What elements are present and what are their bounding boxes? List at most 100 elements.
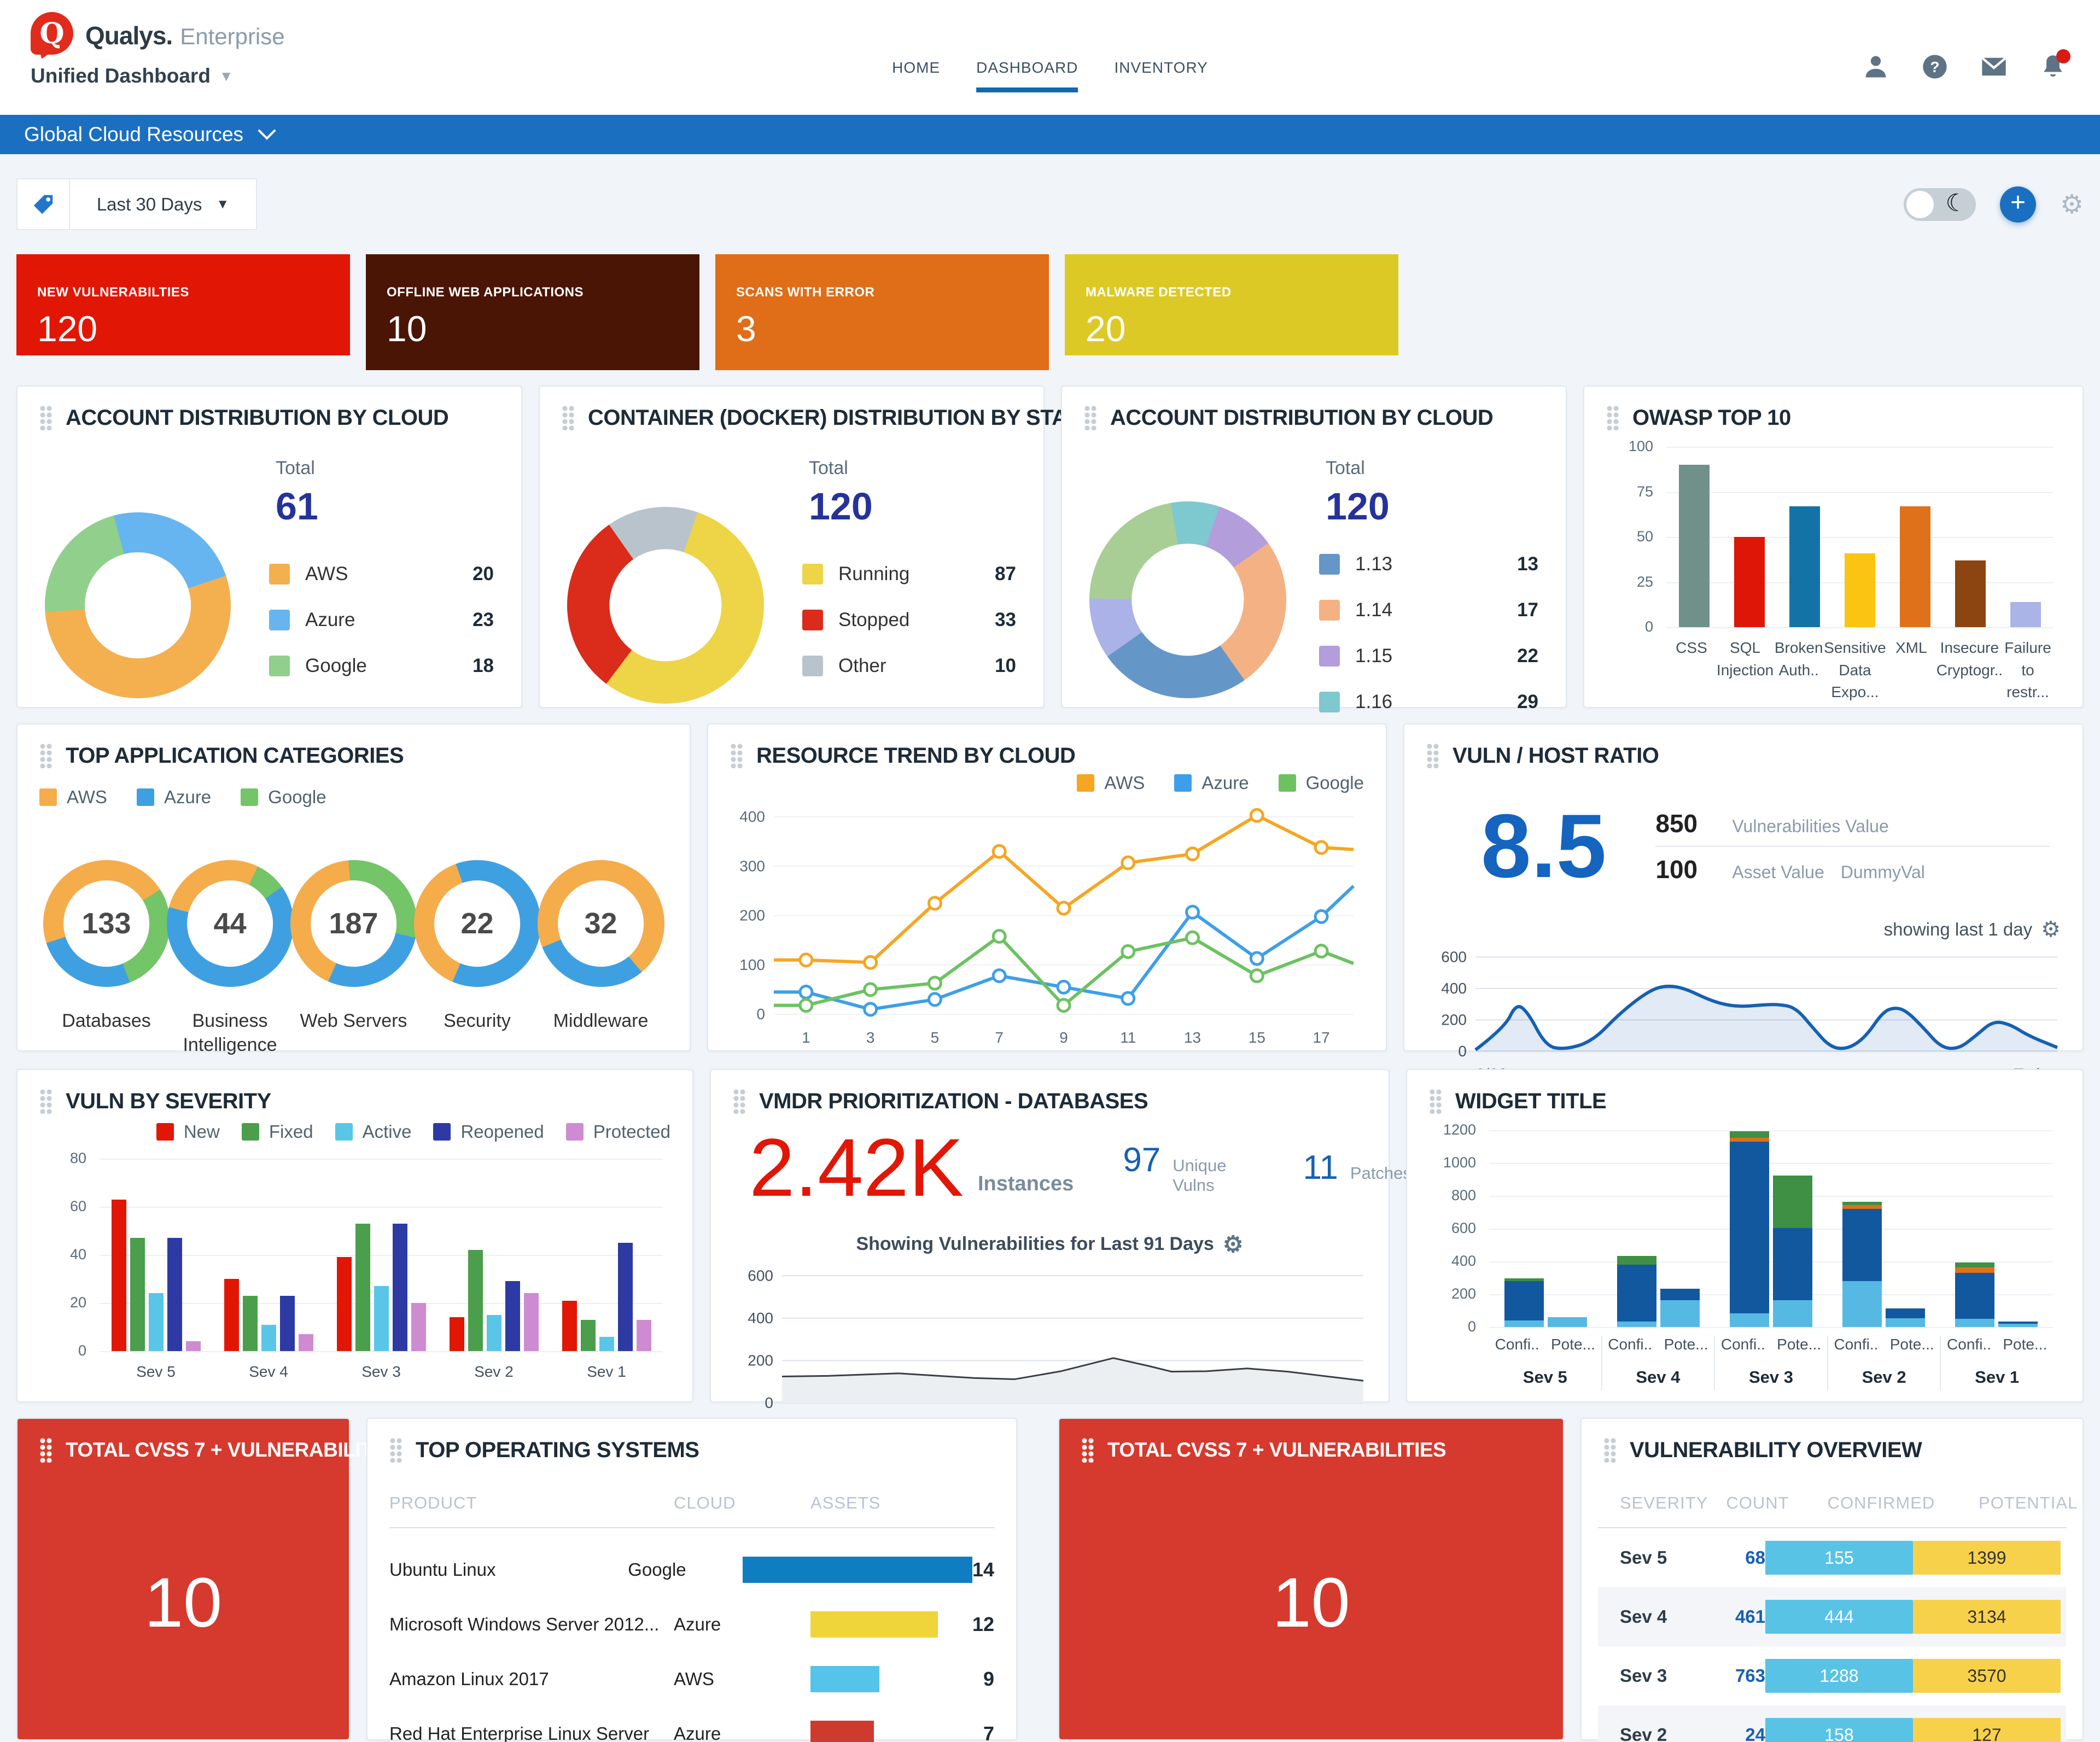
drag-handle[interactable] <box>1603 1437 1617 1463</box>
axis-tick: 200 <box>1451 1285 1476 1302</box>
drag-handle[interactable] <box>39 405 52 430</box>
table-row: Sev 4 461 444 3134 <box>1598 1587 2066 1646</box>
count-link[interactable]: 461 <box>1695 1606 1765 1627</box>
column-header: SEVERITY <box>1620 1493 1708 1512</box>
vulnerabilities-label: Vulnerabilities Value <box>1732 816 1889 836</box>
count-link[interactable]: 68 <box>1695 1547 1765 1568</box>
widget-title: ACCOUNT DISTRIBUTION BY CLOUD <box>1110 405 1494 430</box>
legend-swatch <box>39 788 57 806</box>
legend-item: Protected <box>565 1121 670 1142</box>
count-link[interactable]: 763 <box>1695 1665 1765 1686</box>
table-row[interactable]: Ubuntu Linux Google 14 <box>389 1557 994 1583</box>
group-label: Sev 5 <box>1522 1367 1567 1387</box>
unique-vulns-label: Unique Vulns <box>1172 1155 1227 1195</box>
total-value: 120 <box>809 485 873 528</box>
widget-top-application-categories: TOP APPLICATION CATEGORIES AWS Azure Googl… <box>16 723 691 1055</box>
drag-handle[interactable] <box>562 405 575 430</box>
time-range-filter[interactable]: Last 30 Days ▼ <box>16 178 257 230</box>
dashboard-selector[interactable]: Unified Dashboard ▼ <box>31 65 234 87</box>
drag-handle[interactable] <box>1084 405 1097 430</box>
trend-legend: AWS Azure Google <box>730 773 1364 793</box>
patches-value: 11 <box>1303 1149 1338 1187</box>
dark-mode-toggle[interactable]: ☾ <box>1903 188 1976 221</box>
category-label: Middleware <box>553 1010 649 1031</box>
vmdr-area-chart: 600400200011/19Today <box>733 1258 1367 1441</box>
bar <box>1789 506 1820 627</box>
legend-item: AWS <box>39 787 107 808</box>
drag-handle[interactable] <box>1606 405 1619 430</box>
category-count: 187 <box>329 907 378 940</box>
drag-handle[interactable] <box>1426 743 1439 768</box>
drag-handle[interactable] <box>39 1437 52 1463</box>
donut-chart <box>1089 501 1286 698</box>
axis-tick: 60 <box>69 1198 86 1214</box>
count-link[interactable]: 24 <box>1695 1725 1765 1742</box>
kpi-tile[interactable]: NEW VULNERABILTIES 120 <box>16 254 350 355</box>
drag-handle[interactable] <box>389 1437 402 1463</box>
ratio-area-chart: 60040020006/20Today <box>1426 942 2061 1087</box>
bar <box>636 1319 651 1351</box>
legend-item: Google 18 <box>269 655 494 677</box>
settings-gear-icon[interactable]: ⚙ <box>2060 189 2084 220</box>
table-row[interactable]: Red Hat Enterprise Linux Server Azure 7 <box>389 1721 994 1742</box>
add-widget-button[interactable]: + <box>1999 186 2036 223</box>
bar-segment <box>1617 1255 1656 1265</box>
legend-swatch <box>269 610 290 630</box>
donut-legend: Running 87 Stopped 33 Other 10 <box>802 563 1016 677</box>
mail-icon[interactable] <box>1980 52 2008 81</box>
assets-count: 7 <box>983 1722 994 1742</box>
kpi-tile[interactable]: MALWARE DETECTED 20 <box>1065 254 1398 355</box>
drag-handle[interactable] <box>1429 1089 1442 1114</box>
nav-tab-home[interactable]: HOME <box>892 59 940 92</box>
donut-chart: 133 <box>43 860 170 987</box>
help-icon[interactable]: ? <box>1921 52 1949 81</box>
legend-swatch <box>335 1123 353 1141</box>
bar <box>148 1293 164 1351</box>
bar-label: Confi.. <box>1608 1336 1653 1353</box>
table-row[interactable]: Microsoft Windows Server 2012... Azure 12 <box>389 1611 994 1638</box>
donut-chart <box>567 507 764 704</box>
kpi-tile[interactable]: OFFLINE WEB APPLICATIONS 10 <box>366 254 699 370</box>
trend-line-chart: 400 300 200 100 0 1 3 5 7 9 11 13 15 17 <box>730 793 1364 1053</box>
bar-segment <box>1773 1300 1813 1327</box>
legend-item: New <box>156 1121 220 1142</box>
widget-settings-gear-icon[interactable]: ⚙ <box>2041 917 2061 942</box>
x-axis-labels: CSS SQL Injection Broken Auth.. Sensitive D… <box>1666 637 2053 704</box>
confirmed-chip: 444 <box>1765 1600 1913 1634</box>
nav-tab-inventory[interactable]: INVENTORY <box>1115 59 1208 92</box>
bar <box>355 1223 370 1351</box>
drag-handle[interactable] <box>730 743 743 768</box>
widget-vuln-by-severity: VULN BY SEVERITY New Fixed Active Reopened P… <box>16 1069 693 1402</box>
widget-settings-gear-icon[interactable]: ⚙ <box>1223 1231 1244 1258</box>
drag-handle[interactable] <box>733 1089 746 1114</box>
os-cloud: Google <box>628 1559 686 1580</box>
category-count: 133 <box>81 907 131 940</box>
drag-handle[interactable] <box>39 1089 52 1114</box>
svg-text:3: 3 <box>866 1029 875 1046</box>
table-row[interactable]: Amazon Linux 2017 AWS 9 <box>389 1666 994 1692</box>
drag-handle[interactable] <box>39 743 52 768</box>
column-header: CONFIRMED <box>1827 1493 1935 1512</box>
qualys-logo[interactable]: Q <box>31 12 73 59</box>
axis-tick: 50 <box>1636 528 1653 545</box>
stacked-bar <box>1617 1255 1656 1327</box>
scope-selector[interactable]: Global Cloud Resources <box>0 115 2100 154</box>
kpi-tile[interactable]: SCANS WITH ERROR 3 <box>715 254 1049 370</box>
os-product: Amazon Linux 2017 <box>389 1669 549 1689</box>
legend-item: Azure 23 <box>269 609 494 631</box>
drag-handle[interactable] <box>1081 1437 1094 1463</box>
bar-label: Confi.. <box>1947 1336 1991 1353</box>
cvss-count: 10 <box>1272 1563 1350 1642</box>
stacked-bar <box>1955 1262 1995 1327</box>
nav-tab-dashboard[interactable]: DASHBOARD <box>976 59 1078 92</box>
bar <box>336 1257 352 1351</box>
widget-top-operating-systems: TOP OPERATING SYSTEMS PRODUCT CLOUD ASSETS… <box>366 1418 1017 1742</box>
bar <box>1955 560 1986 627</box>
legend-item: Azure <box>136 787 211 808</box>
bar-label: Pote... <box>1550 1336 1595 1353</box>
user-icon[interactable] <box>1862 52 1890 81</box>
axis-tick: 80 <box>69 1150 86 1166</box>
bar <box>279 1295 295 1351</box>
stacked-bar <box>1547 1317 1587 1327</box>
notifications-bell-icon[interactable] <box>2039 49 2070 81</box>
